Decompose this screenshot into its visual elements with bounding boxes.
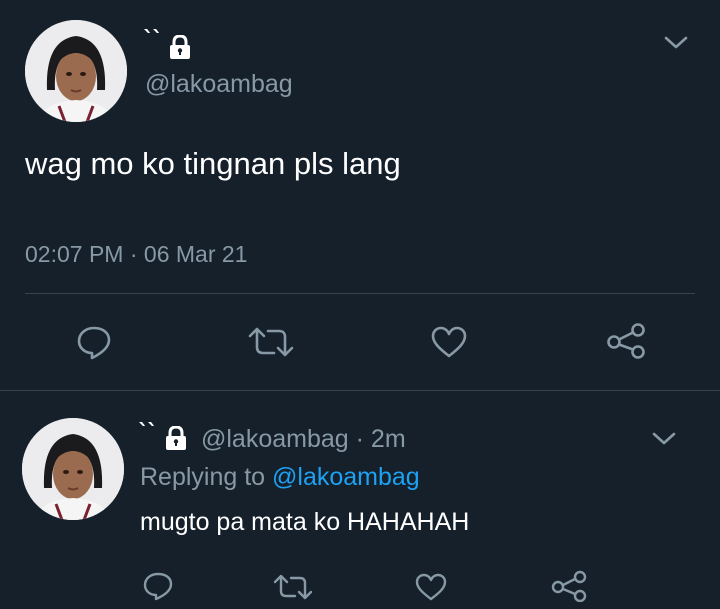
handle[interactable]: @lakoambag — [145, 70, 293, 99]
lock-icon — [167, 34, 193, 64]
main-tweet: `` @lakoambag wag mo ko tingnan pls lang… — [0, 0, 720, 390]
time: 02:07 PM — [25, 241, 124, 267]
date: 06 Mar 21 — [143, 241, 248, 267]
tweet-age: · 2m — [355, 425, 406, 453]
chevron-down-icon[interactable] — [664, 35, 688, 51]
avatar[interactable] — [25, 20, 127, 122]
display-name[interactable]: `` — [138, 421, 158, 446]
replying-to: Replying to @lakoambag — [140, 463, 420, 492]
like-icon[interactable] — [414, 572, 448, 602]
reply-icon[interactable] — [76, 324, 112, 360]
share-icon[interactable] — [551, 570, 587, 602]
retweet-icon[interactable] — [273, 573, 313, 601]
share-icon[interactable] — [606, 322, 646, 360]
tweet-text: wag mo ko tingnan pls lang — [25, 146, 401, 181]
handle: @lakoambag · 2m — [201, 425, 406, 454]
display-name[interactable]: `` — [143, 28, 163, 53]
timestamp: 02:07 PM · 06 Mar 21 — [25, 241, 247, 268]
replying-prefix: Replying to — [140, 463, 266, 491]
tweet-text: mugto pa mata ko HAHAHAH — [140, 508, 470, 536]
reply-tweet[interactable]: `` @lakoambag · 2m Replying to @lakoamba… — [0, 391, 720, 609]
lock-icon — [163, 425, 189, 455]
separator: · — [129, 241, 138, 267]
chevron-down-icon[interactable] — [652, 431, 676, 447]
retweet-icon[interactable] — [248, 326, 294, 358]
replying-to-link[interactable]: @lakoambag — [272, 463, 420, 491]
handle-text[interactable]: @lakoambag — [201, 425, 349, 453]
avatar[interactable] — [22, 418, 124, 520]
divider — [25, 293, 695, 294]
reply-icon[interactable] — [142, 571, 174, 601]
like-icon[interactable] — [430, 325, 468, 359]
